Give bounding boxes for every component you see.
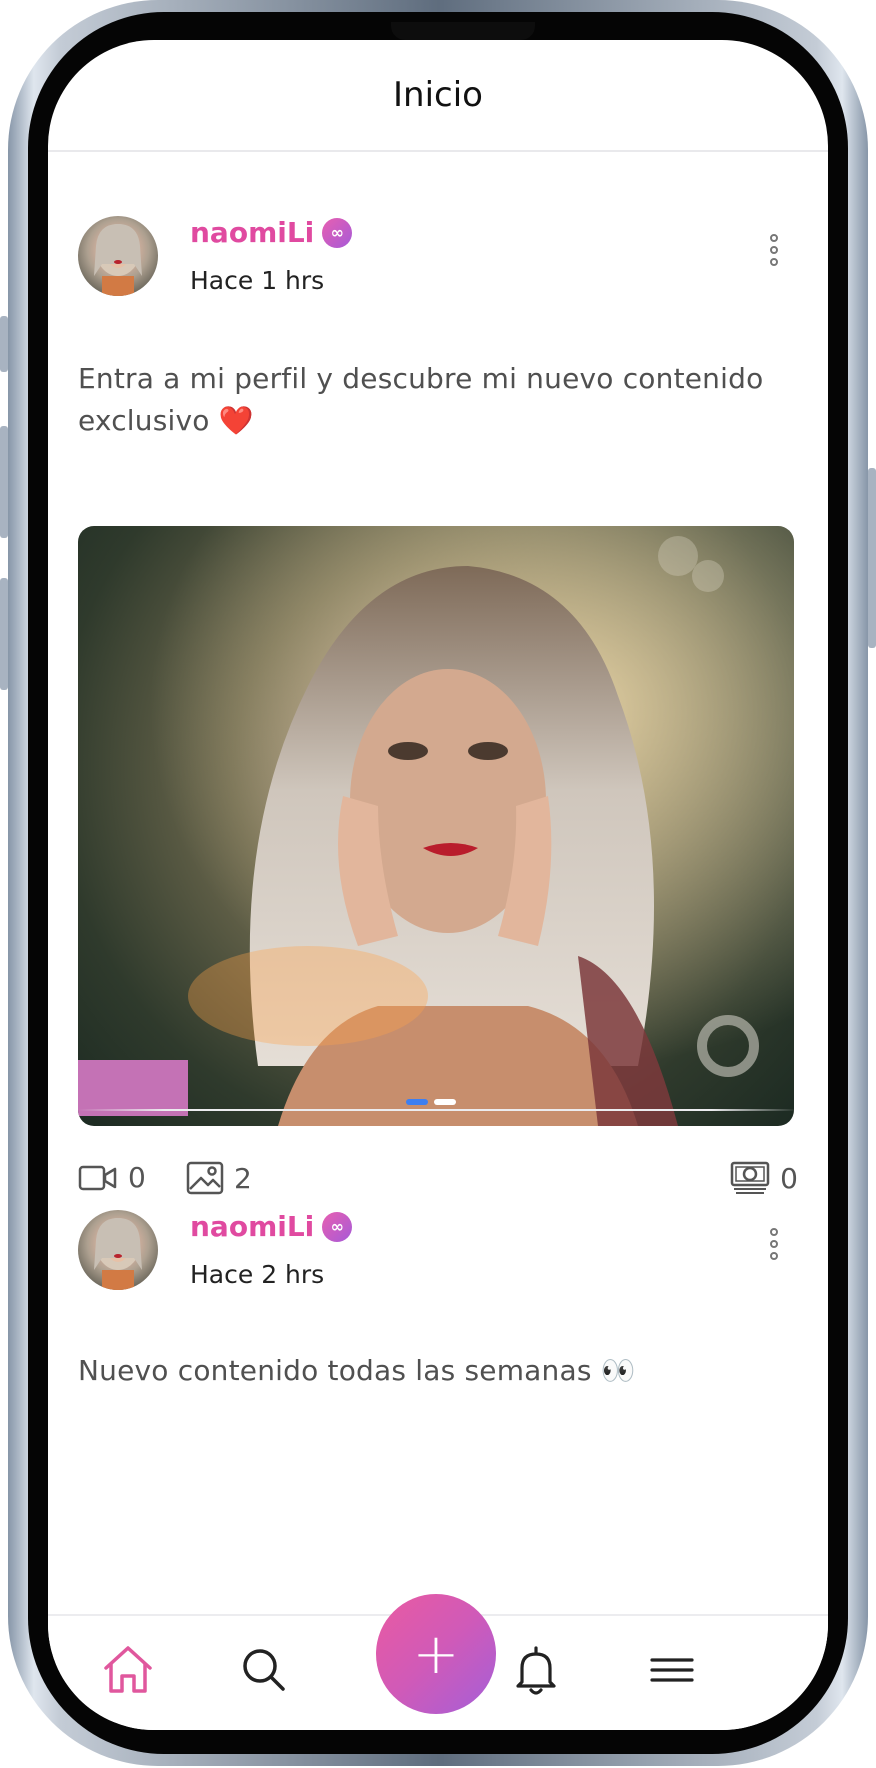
post-photo [78, 526, 794, 1126]
post-card: naomiLi ∞ Hace 1 hrs Entra a mi perfil y… [78, 216, 798, 1216]
volume-up-button [0, 426, 8, 538]
tip-count[interactable]: 0 [730, 1161, 798, 1195]
post-stats: 0 2 0 [78, 1161, 798, 1201]
carousel-dot-1[interactable] [406, 1099, 428, 1105]
post-media[interactable] [78, 526, 794, 1126]
money-icon [730, 1161, 770, 1194]
video-count-value: 0 [128, 1161, 146, 1194]
avatar-portrait [94, 224, 142, 296]
menu-icon [650, 1658, 694, 1682]
post-time: Hace 1 hrs [190, 266, 325, 295]
video-count: 0 [78, 1161, 146, 1194]
power-button [868, 468, 876, 648]
nav-home[interactable] [100, 1642, 156, 1698]
nav-notifications[interactable] [508, 1642, 564, 1698]
username-text[interactable]: naomiLi [190, 216, 314, 249]
avatar-portrait [94, 1218, 142, 1290]
post-card: naomiLi ∞ Hace 2 hrs Nuevo contenido tod… [78, 1210, 798, 1430]
bell-icon [516, 1646, 556, 1695]
add-icon: + [412, 1621, 460, 1687]
post-text: Nuevo contenido todas las semanas 👀 [78, 1354, 636, 1387]
nav-menu[interactable] [644, 1642, 700, 1698]
image-icon [186, 1161, 224, 1195]
infinity-badge-icon: ∞ [322, 1211, 353, 1242]
tip-count-value: 0 [780, 1161, 798, 1195]
username-text[interactable]: naomiLi [190, 1210, 314, 1243]
page-title: Inicio [393, 75, 483, 115]
add-post-button[interactable]: + [376, 1594, 496, 1714]
carousel-indicator[interactable] [406, 1099, 456, 1105]
image-count-value: 2 [234, 1161, 252, 1195]
top-header: Inicio [48, 40, 828, 152]
home-icon [104, 1646, 152, 1693]
nav-search[interactable] [236, 1642, 292, 1698]
carousel-dot-2[interactable] [434, 1099, 456, 1105]
avatar[interactable] [78, 1210, 158, 1290]
side-button [0, 316, 8, 372]
post-text: Entra a mi perfil y descubre mi nuevo co… [78, 362, 764, 437]
speaker-notch [391, 22, 535, 40]
video-icon [78, 1165, 117, 1190]
image-count: 2 [186, 1161, 252, 1195]
post-divider [78, 1109, 798, 1111]
search-icon [243, 1649, 285, 1691]
username[interactable]: naomiLi ∞ [190, 216, 353, 249]
app-screen: Inicio naomiLi ∞ Hace 1 hrs Entra a mi p… [48, 40, 828, 1730]
avatar[interactable] [78, 216, 158, 296]
more-options-icon[interactable] [768, 234, 780, 270]
post-time: Hace 2 hrs [190, 1260, 325, 1289]
infinity-badge-icon: ∞ [322, 217, 353, 248]
username[interactable]: naomiLi ∞ [190, 1210, 353, 1243]
more-options-icon[interactable] [768, 1228, 780, 1264]
volume-down-button [0, 578, 8, 690]
